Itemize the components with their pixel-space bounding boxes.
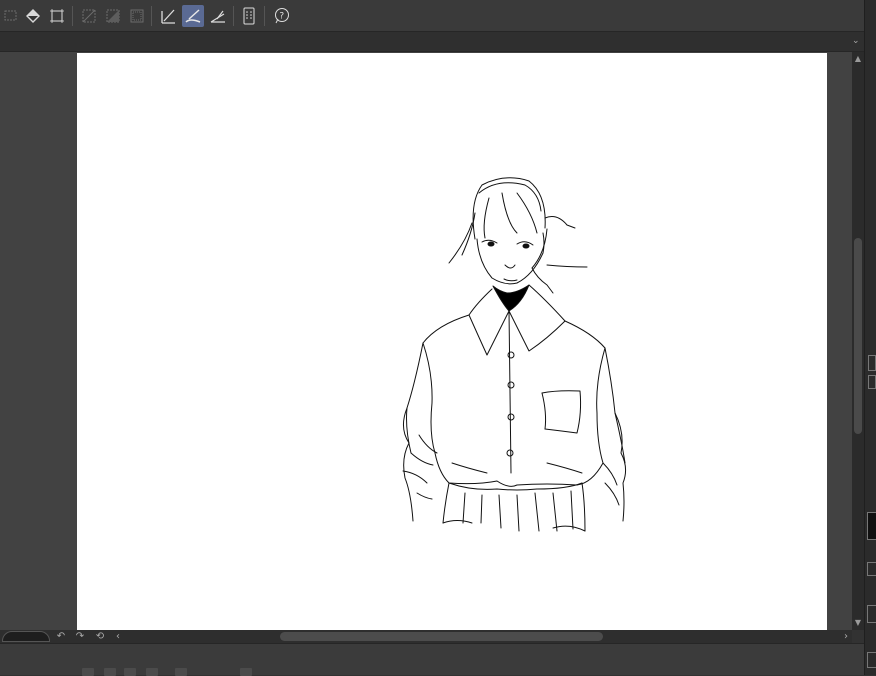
brush-stroke-icon <box>185 9 201 23</box>
svg-text:?: ? <box>279 12 284 22</box>
canvas-nav-bar: ↶ ↷ ⟲ ‹ › <box>0 630 852 643</box>
selection-icon <box>4 10 17 21</box>
help-icon: ? <box>275 8 289 24</box>
vertical-scroll-thumb[interactable] <box>854 238 862 434</box>
clear-selection-icon <box>82 9 96 23</box>
rotate-left-icon[interactable]: ↶ <box>55 630 67 643</box>
canvas-viewport[interactable] <box>0 52 852 631</box>
color-swatch[interactable] <box>867 512 876 540</box>
selection-tool-button[interactable] <box>0 5 22 27</box>
vertical-scrollbar[interactable]: ▲ ▼ <box>852 52 864 630</box>
tool-property-bar: ⌄ <box>0 32 864 52</box>
collapse-chevron-icon[interactable]: ⌄ <box>852 36 860 46</box>
tablet-icon <box>243 7 255 25</box>
toolbar-separator <box>151 6 152 26</box>
device-button[interactable] <box>238 5 260 27</box>
command-toolbar: ? <box>0 0 864 32</box>
side-panel-edge <box>864 0 876 675</box>
help-button[interactable]: ? <box>270 5 292 27</box>
ruler-pen-icon <box>161 9 175 24</box>
toolbar-separator <box>233 6 234 26</box>
fill-tool-button[interactable] <box>22 5 44 27</box>
navigator-thumbnail[interactable] <box>2 631 50 642</box>
rotate-right-icon[interactable]: ↷ <box>74 630 86 643</box>
panel-tab-icon[interactable] <box>868 375 876 389</box>
ruler-pen-button[interactable] <box>157 5 179 27</box>
selection-border-button[interactable] <box>126 5 148 27</box>
panel-tab-icon[interactable] <box>867 652 876 668</box>
scroll-down-icon[interactable]: ▼ <box>853 618 863 628</box>
scroll-left-icon[interactable]: ‹ <box>112 630 124 643</box>
transform-button[interactable] <box>46 5 68 27</box>
toolbar-separator <box>72 6 73 26</box>
invert-selection-icon <box>106 9 120 23</box>
fill-bucket-icon <box>26 9 40 23</box>
toolbar-separator <box>264 6 265 26</box>
scroll-up-icon[interactable]: ▲ <box>853 54 863 64</box>
clear-selection-button[interactable] <box>78 5 100 27</box>
panel-tab-icon[interactable] <box>867 605 876 623</box>
stabilizer-brush-button[interactable] <box>182 5 204 27</box>
reset-rotation-icon[interactable]: ⟲ <box>94 630 106 643</box>
selection-border-icon <box>130 9 144 23</box>
drawing-canvas[interactable] <box>77 53 827 631</box>
perspective-ruler-button[interactable] <box>207 5 229 27</box>
line-art-sketch <box>402 177 627 532</box>
invert-selection-button[interactable] <box>102 5 124 27</box>
horizontal-scroll-thumb[interactable] <box>280 632 603 641</box>
panel-tab-icon[interactable] <box>868 355 876 371</box>
perspective-ruler-icon <box>210 10 225 23</box>
status-bar <box>0 643 864 676</box>
panel-tab-icon[interactable] <box>867 562 876 576</box>
scroll-right-icon[interactable]: › <box>840 630 852 643</box>
transform-icon <box>50 9 64 23</box>
